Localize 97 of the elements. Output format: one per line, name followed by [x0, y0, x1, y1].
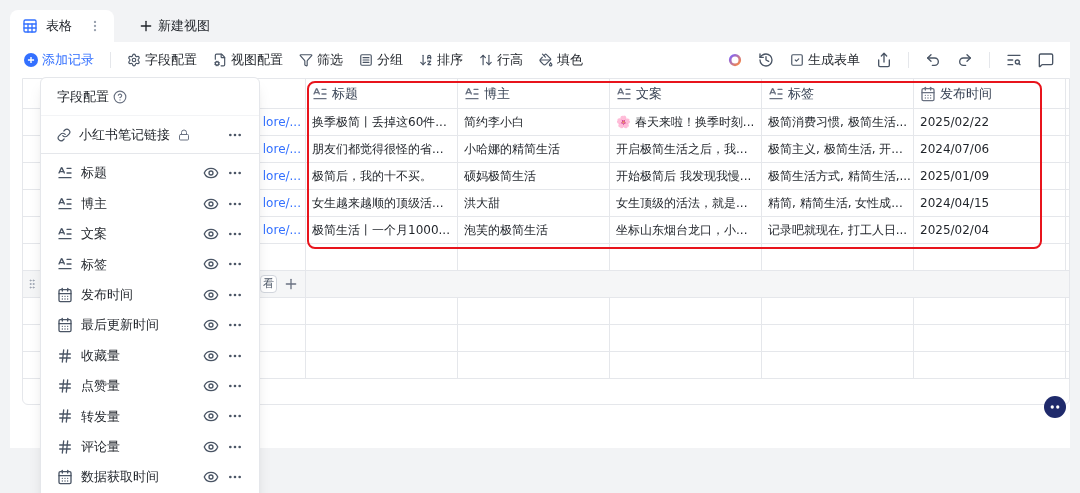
- column-header[interactable]: 文案: [610, 79, 762, 108]
- calendar-icon: [57, 469, 73, 486]
- toolbar-button[interactable]: 筛选: [299, 50, 343, 70]
- field-item[interactable]: 转发量: [41, 401, 259, 432]
- toolbar-button[interactable]: 视图配置: [213, 50, 283, 70]
- text-field-icon: [312, 85, 328, 102]
- link-text[interactable]: lore/...: [262, 113, 301, 131]
- table-cell: 极简生活方式, 精简生活,...: [762, 163, 914, 189]
- field-item[interactable]: 小红书笔记链接: [41, 116, 259, 154]
- toolbar-button[interactable]: 填色: [539, 50, 583, 70]
- table-cell: 极简主义, 极简生活, 开...: [762, 136, 914, 162]
- hash-icon: [57, 377, 73, 394]
- table-cell: 2025/02/04: [914, 217, 1066, 243]
- text-field-icon: [57, 195, 73, 212]
- assistant-icon[interactable]: [1044, 396, 1066, 418]
- calendar-icon: [57, 286, 73, 303]
- toolbar-button[interactable]: 排序: [419, 50, 463, 70]
- new-view-button[interactable]: 新建视图: [122, 10, 226, 42]
- form-icon: [790, 53, 804, 67]
- row-height-icon: [479, 53, 493, 67]
- table-cell: 极简消费习惯, 极简生活...: [762, 109, 914, 135]
- table-cell: 朋友们都觉得很怪的省...: [306, 136, 458, 162]
- table-cell: 2025/01/09: [914, 163, 1066, 189]
- field-item[interactable]: 数据获取时间: [41, 461, 259, 493]
- table-cell: 2024/07/06: [914, 136, 1066, 162]
- link-text[interactable]: lore/...: [262, 167, 301, 185]
- table-cell: 女生越来越顺的顶级活...: [306, 190, 458, 216]
- table-cell: 开始极简后 我发现我慢...: [610, 163, 762, 189]
- list-icon: [359, 53, 373, 67]
- table-cell: 2024/04/15: [914, 190, 1066, 216]
- field-item[interactable]: 文案: [41, 218, 259, 250]
- column-header[interactable]: 标签: [762, 79, 914, 108]
- search-icon[interactable]: [1006, 52, 1022, 68]
- toolbar-button[interactable]: 分组: [359, 50, 403, 70]
- drag-handle-icon[interactable]: [26, 278, 38, 290]
- link-icon: [57, 127, 71, 142]
- paint-bucket-icon: [539, 53, 553, 67]
- field-item[interactable]: 标签: [41, 249, 259, 280]
- text-field-icon: [57, 225, 73, 242]
- generate-form-button[interactable]: 生成表单: [790, 50, 860, 70]
- ring-icon[interactable]: [728, 53, 742, 67]
- field-item[interactable]: 最后更新时间: [41, 309, 259, 341]
- table-cell: 小哈娜的精简生活: [458, 136, 610, 162]
- field-item[interactable]: 点赞量: [41, 370, 259, 402]
- text-field-icon: [616, 85, 632, 102]
- table-cell: 简约李小白: [458, 109, 610, 135]
- history-icon[interactable]: [758, 52, 774, 68]
- help-icon[interactable]: [113, 89, 127, 104]
- toolbar-button[interactable]: 字段配置: [127, 50, 197, 70]
- field-item[interactable]: 评论量: [41, 431, 259, 462]
- group-label: 看: [260, 274, 277, 294]
- text-field-icon: [768, 85, 784, 102]
- view-tab[interactable]: 表格: [10, 10, 114, 42]
- share-icon[interactable]: [876, 52, 892, 68]
- link-text[interactable]: lore/...: [262, 221, 301, 239]
- table-cell: 硕妈极简生活: [458, 163, 610, 189]
- plus-icon[interactable]: [283, 276, 299, 292]
- link-text[interactable]: lore/...: [262, 194, 301, 212]
- plus-icon: [138, 18, 154, 34]
- table-cell: 开启极简生活之后，我...: [610, 136, 762, 162]
- table-cell: 2025/02/22: [914, 109, 1066, 135]
- redo-icon[interactable]: [957, 52, 973, 68]
- text-field-icon: [464, 85, 480, 102]
- filter-icon: [299, 53, 313, 67]
- hash-icon: [57, 408, 73, 425]
- document-gear-icon: [213, 53, 227, 67]
- add-record-button[interactable]: 添加记录: [24, 50, 94, 70]
- hash-icon: [57, 438, 73, 455]
- hash-icon: [57, 347, 73, 364]
- table-cell: 极简生活丨一个月1000...: [306, 217, 458, 243]
- calendar-icon: [920, 85, 936, 102]
- table-cell: 换季极简丨丢掉这60件...: [306, 109, 458, 135]
- link-text[interactable]: lore/...: [262, 140, 301, 158]
- table-cell: 🌸 春天来啦！换季时刻...: [610, 109, 762, 135]
- field-item[interactable]: 收藏量: [41, 340, 259, 371]
- panel-title: 字段配置: [57, 87, 109, 106]
- table-cell: 坐标山东烟台龙口，小...: [610, 217, 762, 243]
- toolbar-button[interactable]: 行高: [479, 50, 523, 70]
- column-header[interactable]: 发布时间: [914, 79, 1066, 108]
- table-cell: 记录吧就现在, 打工人日...: [762, 217, 914, 243]
- gear-icon: [127, 53, 141, 67]
- table-cell: 洪大甜: [458, 190, 610, 216]
- column-header[interactable]: 博主: [458, 79, 610, 108]
- plus-circle-icon: [24, 53, 38, 67]
- table-icon: [22, 18, 38, 34]
- table-cell: 极简后，我的十不买。: [306, 163, 458, 189]
- column-header[interactable]: 标题: [306, 79, 458, 108]
- calendar-icon: [57, 317, 73, 334]
- table-cell: 泡芙的极简生活: [458, 217, 610, 243]
- sort-icon: [419, 53, 433, 67]
- field-item[interactable]: 博主: [41, 188, 259, 219]
- table-cell: 女生顶级的活法，就是...: [610, 190, 762, 216]
- table-cell: 精简, 精简生活, 女性成...: [762, 190, 914, 216]
- comment-icon[interactable]: [1038, 52, 1054, 68]
- field-item[interactable]: 标题: [41, 158, 259, 189]
- field-item[interactable]: 发布时间: [41, 279, 259, 310]
- undo-icon[interactable]: [925, 52, 941, 68]
